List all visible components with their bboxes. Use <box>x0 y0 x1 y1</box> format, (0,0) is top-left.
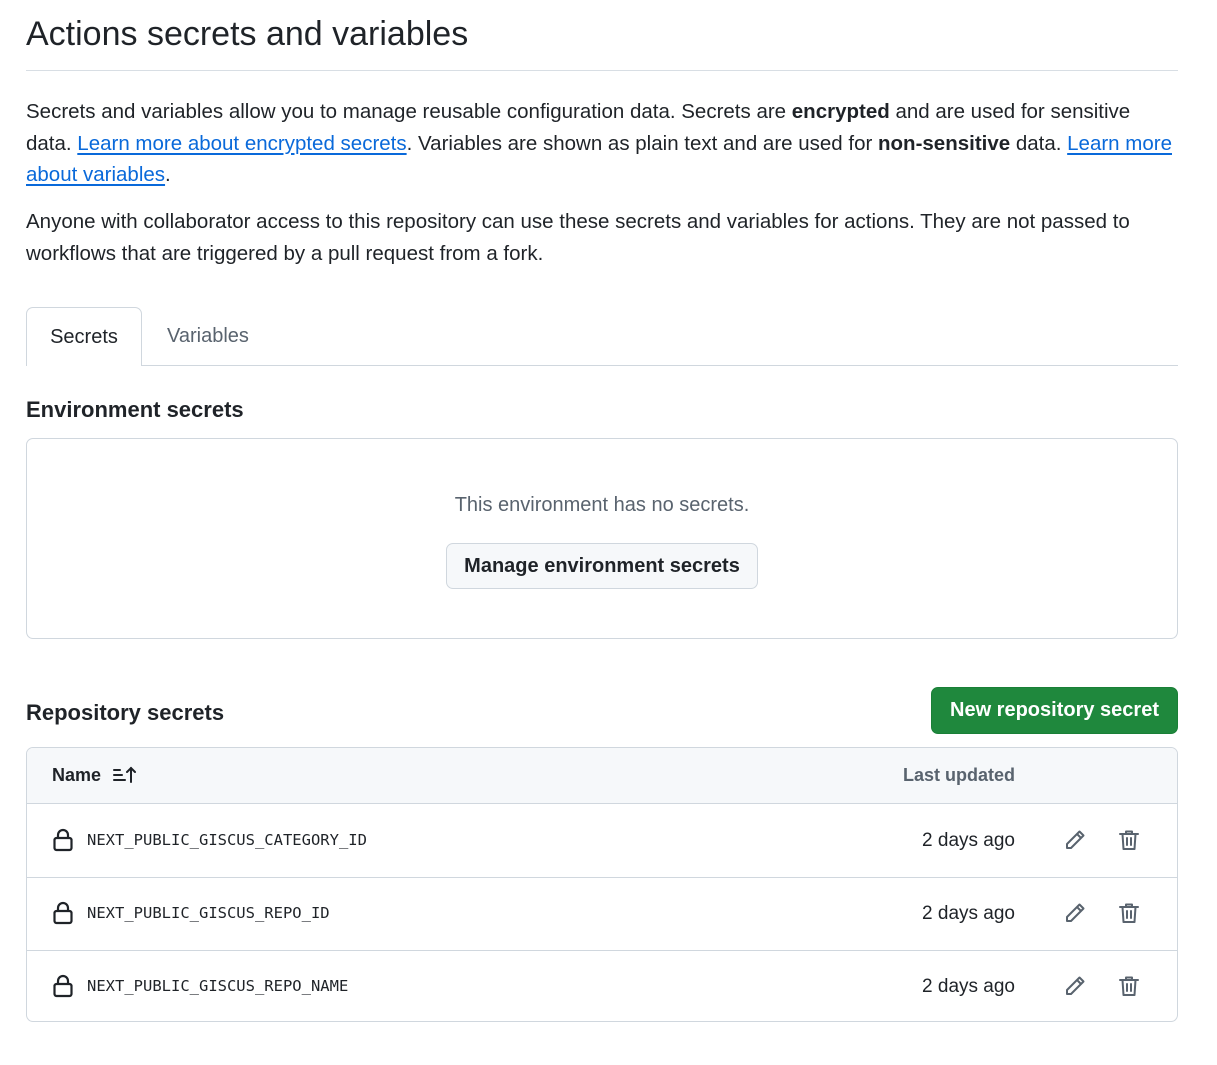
repository-secrets-heading: Repository secrets <box>26 700 225 725</box>
intro-text-3: . Variables are shown as plain text and … <box>406 131 879 155</box>
table-header: Name Last updated <box>27 748 1177 804</box>
page: Actions secrets and variables Secrets an… <box>0 0 1217 1065</box>
lock-icon <box>52 901 74 925</box>
tab-secrets[interactable]: Secrets <box>26 307 142 366</box>
pencil-icon[interactable] <box>1063 828 1087 852</box>
empty-state-message: This environment has no secrets. <box>454 494 750 516</box>
learn-more-encrypted-secrets-link[interactable]: Learn more about encrypted secrets <box>77 132 406 155</box>
intro-bold-non-sensitive: non-sensitive <box>878 131 1011 155</box>
page-title: Actions secrets and variables <box>26 15 469 53</box>
intro-text-1: Secrets and variables allow you to manag… <box>26 100 792 123</box>
new-repository-secret-button[interactable]: New repository secret <box>931 687 1178 734</box>
table-row: NEXT_PUBLIC_GISCUS_REPO_NAME 2 days ago <box>27 950 1177 1021</box>
trash-icon[interactable] <box>1117 901 1141 925</box>
column-name-header: Name <box>52 765 102 785</box>
intro-text-5: . <box>165 163 171 186</box>
tab-bar: Secrets Variables <box>26 307 1178 366</box>
pencil-icon[interactable] <box>1063 974 1087 998</box>
environment-secrets-heading: Environment secrets <box>26 397 244 422</box>
column-last-updated-header: Last updated <box>902 765 1015 785</box>
intro-paragraph: Secrets and variables allow you to manag… <box>26 96 1178 191</box>
intro-text-4: data. <box>1010 131 1068 155</box>
lock-icon <box>52 974 74 998</box>
collaborator-note: Anyone with collaborator access to this … <box>26 210 1130 265</box>
table-row: NEXT_PUBLIC_GISCUS_CATEGORY_ID 2 days ag… <box>27 804 1177 878</box>
secret-last-updated: 2 days ago <box>922 976 1015 997</box>
trash-icon[interactable] <box>1117 974 1141 998</box>
title-divider <box>26 70 1178 71</box>
secret-last-updated: 2 days ago <box>922 830 1015 851</box>
environment-secrets-panel: This environment has no secrets. Manage … <box>26 438 1178 639</box>
tab-variables[interactable]: Variables <box>167 307 249 365</box>
secret-name: NEXT_PUBLIC_GISCUS_REPO_ID <box>87 904 330 922</box>
sort-ascending-icon[interactable] <box>112 765 138 785</box>
lock-icon <box>52 828 74 852</box>
trash-icon[interactable] <box>1117 828 1141 852</box>
secrets-table: Name Last updated NEXT_PUBLIC_GISCUS_CAT… <box>26 747 1178 1022</box>
pencil-icon[interactable] <box>1063 901 1087 925</box>
intro-bold-encrypted: encrypted <box>791 100 890 123</box>
manage-environment-secrets-button[interactable]: Manage environment secrets <box>446 543 758 589</box>
secret-last-updated: 2 days ago <box>922 903 1015 924</box>
secret-name: NEXT_PUBLIC_GISCUS_REPO_NAME <box>87 977 349 995</box>
table-row: NEXT_PUBLIC_GISCUS_REPO_ID 2 days ago <box>27 877 1177 951</box>
secret-name: NEXT_PUBLIC_GISCUS_CATEGORY_ID <box>87 831 367 849</box>
